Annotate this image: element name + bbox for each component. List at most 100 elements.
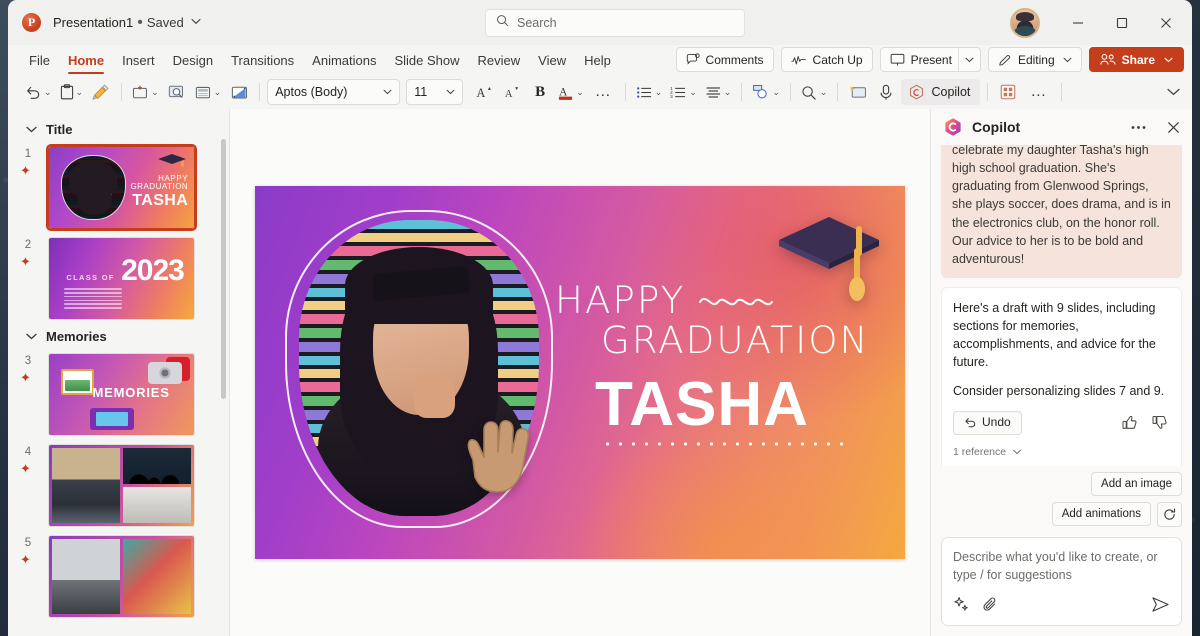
chevron-down-icon[interactable]: ⌄ [772,87,780,98]
chevron-down-icon[interactable] [26,126,37,133]
send-icon[interactable] [1151,596,1170,618]
align-button[interactable]: ⌄ [702,79,735,105]
user-avatar[interactable] [1010,7,1040,38]
slide-thumbnail-panel[interactable]: Title 1 ✦ HAPPY GRADUATION TASHA 2 ✦ CLA… [8,109,230,636]
share-button[interactable]: Share [1088,47,1184,72]
font-color-button[interactable]: A ⌄ [555,79,587,105]
chevron-down-icon[interactable]: ⌄ [76,87,84,98]
present-button[interactable]: Present [879,47,981,72]
tab-review[interactable]: Review [469,47,530,73]
maximize-button[interactable] [1100,0,1144,45]
copilot-more-options-button[interactable] [1125,114,1151,140]
bullets-button[interactable]: ⌄ [633,79,666,105]
more-commands-button[interactable]: … [1023,79,1054,105]
slide-layout-button[interactable]: ⌄ [192,79,225,105]
copilot-prompt-input[interactable]: Describe what you'd like to create, or t… [941,536,1182,626]
collapse-ribbon-button[interactable] [1160,79,1186,105]
sparkle-prompt-icon[interactable] [953,596,970,618]
find-slide-button[interactable] [164,79,190,105]
tab-transitions[interactable]: Transitions [222,47,303,73]
designer-button[interactable] [226,79,252,105]
present-dropdown[interactable] [957,48,980,71]
copilot-toolbar-button[interactable]: Copilot [901,79,981,105]
copilot-close-button[interactable] [1160,114,1186,140]
undo-button[interactable]: ⌄ [22,79,55,105]
tab-file[interactable]: File [20,47,59,73]
record-button[interactable] [845,79,871,105]
chevron-down-icon[interactable]: ⌄ [576,87,584,98]
tab-animations[interactable]: Animations [303,47,385,73]
new-slide-button[interactable]: ⌄ [129,79,162,105]
waving-hand-icon[interactable] [461,414,533,496]
tab-design[interactable]: Design [164,47,222,73]
close-button[interactable] [1144,0,1188,45]
grow-font-button[interactable]: A [471,79,497,105]
copilot-conversation[interactable]: celebrate my daughter Tasha's high high … [931,145,1192,466]
slide-thumbnail-3[interactable]: MEMORIES [48,353,195,436]
tab-view[interactable]: View [529,47,575,73]
more-font-options-button[interactable]: … [589,79,618,105]
numbering-button[interactable]: 1 2 3 ⌄ [667,79,700,105]
chevron-down-icon[interactable]: ⌄ [820,87,828,98]
chevron-down-icon[interactable]: ⌄ [689,87,697,98]
current-slide[interactable]: HAPPY GRADUATION TASHA [255,186,905,559]
slide-thumbnail-1[interactable]: HAPPY GRADUATION TASHA [46,144,197,231]
tab-help[interactable]: Help [575,47,620,73]
section-header-title[interactable]: Title [8,117,230,142]
copilot-refresh-suggestions-button[interactable] [1157,501,1182,527]
editing-mode-button[interactable]: Editing [987,47,1082,72]
slide-thumb-row-4[interactable]: 4 ✦ [8,440,230,531]
document-title[interactable]: Presentation1 [53,15,133,30]
slide-thumbnail-4[interactable] [48,444,195,527]
chevron-down-icon[interactable]: ⌄ [44,87,52,98]
copilot-undo-button[interactable]: Undo [953,410,1022,435]
minimize-button[interactable] [1056,0,1100,45]
chevron-down-icon[interactable]: ⌄ [151,87,159,98]
toolbar-divider [1061,83,1063,101]
chevron-down-icon[interactable]: ⌄ [724,87,732,98]
slide-thumb-row-2[interactable]: 2 ✦ CLASS OF 2023 [8,233,230,324]
font-size-input[interactable]: 11 [406,79,464,105]
shapes-button[interactable]: ⌄ [749,79,783,105]
paste-button[interactable]: ⌄ [57,79,87,105]
tab-insert[interactable]: Insert [113,47,164,73]
slide-canvas[interactable]: HAPPY GRADUATION TASHA [230,109,930,636]
copilot-thumbs-up-button[interactable] [1118,412,1140,434]
catch-up-button[interactable]: Catch Up [780,47,873,72]
chevron-down-icon[interactable] [1164,57,1173,63]
slide-thumbnail-5[interactable] [48,535,195,618]
search-input[interactable]: Search [485,9,745,37]
dictate-button[interactable] [873,79,899,105]
tab-slide-show[interactable]: Slide Show [385,47,468,73]
tab-home[interactable]: Home [59,47,113,74]
slide-thumbnail-2[interactable]: CLASS OF 2023 [48,237,195,320]
thumbnail-scrollbar[interactable] [221,139,226,399]
chevron-down-icon[interactable] [383,89,392,95]
suggestion-add-an-image[interactable]: Add an image [1091,471,1182,496]
copilot-references[interactable]: 1 reference [953,445,1170,460]
slide-title-block[interactable]: HAPPY GRADUATION TASHA [555,282,891,446]
copilot-thumbs-down-button[interactable] [1148,412,1170,434]
section-header-memories[interactable]: Memories [8,324,230,349]
chevron-down-icon[interactable]: ⌄ [214,87,222,98]
slide-thumb-row-3[interactable]: 3 ✦ MEMORIES [8,349,230,440]
chevron-down-icon[interactable]: ⌄ [655,87,663,98]
attachment-icon[interactable] [982,596,999,618]
slide-thumb-row-1[interactable]: 1 ✦ HAPPY GRADUATION TASHA [8,142,230,233]
chevron-down-icon[interactable] [26,333,37,340]
comments-button[interactable]: Comments [675,47,774,72]
format-painter-button[interactable] [88,79,114,105]
find-button[interactable]: ⌄ [798,79,831,105]
chevron-down-icon[interactable] [446,89,455,95]
chevron-down-icon[interactable] [191,17,201,28]
save-status[interactable]: Saved [147,15,184,30]
shrink-font-button[interactable]: A [499,79,525,105]
chevron-down-icon[interactable] [1012,449,1022,455]
add-ins-button[interactable] [995,79,1021,105]
font-name-input[interactable]: Aptos (Body) [267,79,401,105]
bold-button[interactable]: B [527,79,553,105]
shapes-icon [753,84,768,99]
slide-thumb-row-5[interactable]: 5 ✦ [8,531,230,622]
chevron-down-icon[interactable] [1063,57,1072,63]
suggestion-add-animations[interactable]: Add animations [1051,502,1151,527]
